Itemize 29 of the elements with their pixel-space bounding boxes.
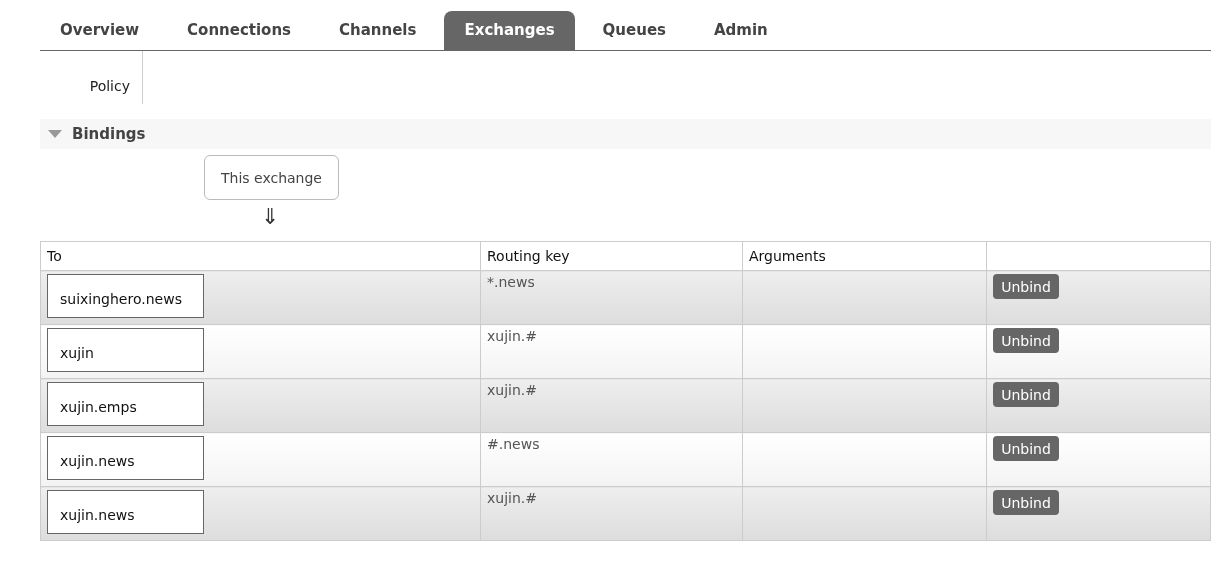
unbind-button[interactable]: Unbind (993, 436, 1059, 461)
queue-link[interactable]: xujin (47, 328, 204, 372)
column-header: To (40, 241, 481, 271)
nav-tab[interactable]: Queues (582, 11, 686, 50)
exchange-node: This exchange (204, 155, 339, 200)
queue-link[interactable]: xujin.news (47, 436, 204, 480)
routing-key: *.news (487, 274, 535, 290)
routing-key: xujin.# (487, 328, 537, 344)
queue-link[interactable]: suixinghero.news (47, 274, 204, 318)
unbind-button[interactable]: Unbind (993, 382, 1059, 407)
column-header: Routing key (480, 241, 743, 271)
unbind-button[interactable]: Unbind (993, 328, 1059, 353)
queue-link[interactable]: xujin.news (47, 490, 204, 534)
nav-tab[interactable]: Exchanges (444, 11, 575, 50)
queue-link[interactable]: xujin.emps (47, 382, 204, 426)
routing-key: #.news (487, 436, 540, 452)
section-title: Bindings (72, 125, 146, 143)
column-header: Arguments (742, 241, 987, 271)
down-arrow: ⇓ (261, 204, 280, 229)
unbind-button[interactable]: Unbind (993, 274, 1059, 299)
nav-tab[interactable]: Channels (319, 11, 437, 50)
nav-tab[interactable]: Connections (167, 11, 312, 50)
nav-tab[interactable]: Admin (694, 11, 788, 50)
routing-key: xujin.# (487, 382, 537, 398)
field-label: Policy (89, 78, 130, 94)
routing-key: xujin.# (487, 490, 537, 506)
section-header[interactable]: Bindings (40, 119, 1211, 149)
nav-tab[interactable]: Overview (40, 11, 160, 50)
unbind-button[interactable]: Unbind (993, 490, 1059, 515)
